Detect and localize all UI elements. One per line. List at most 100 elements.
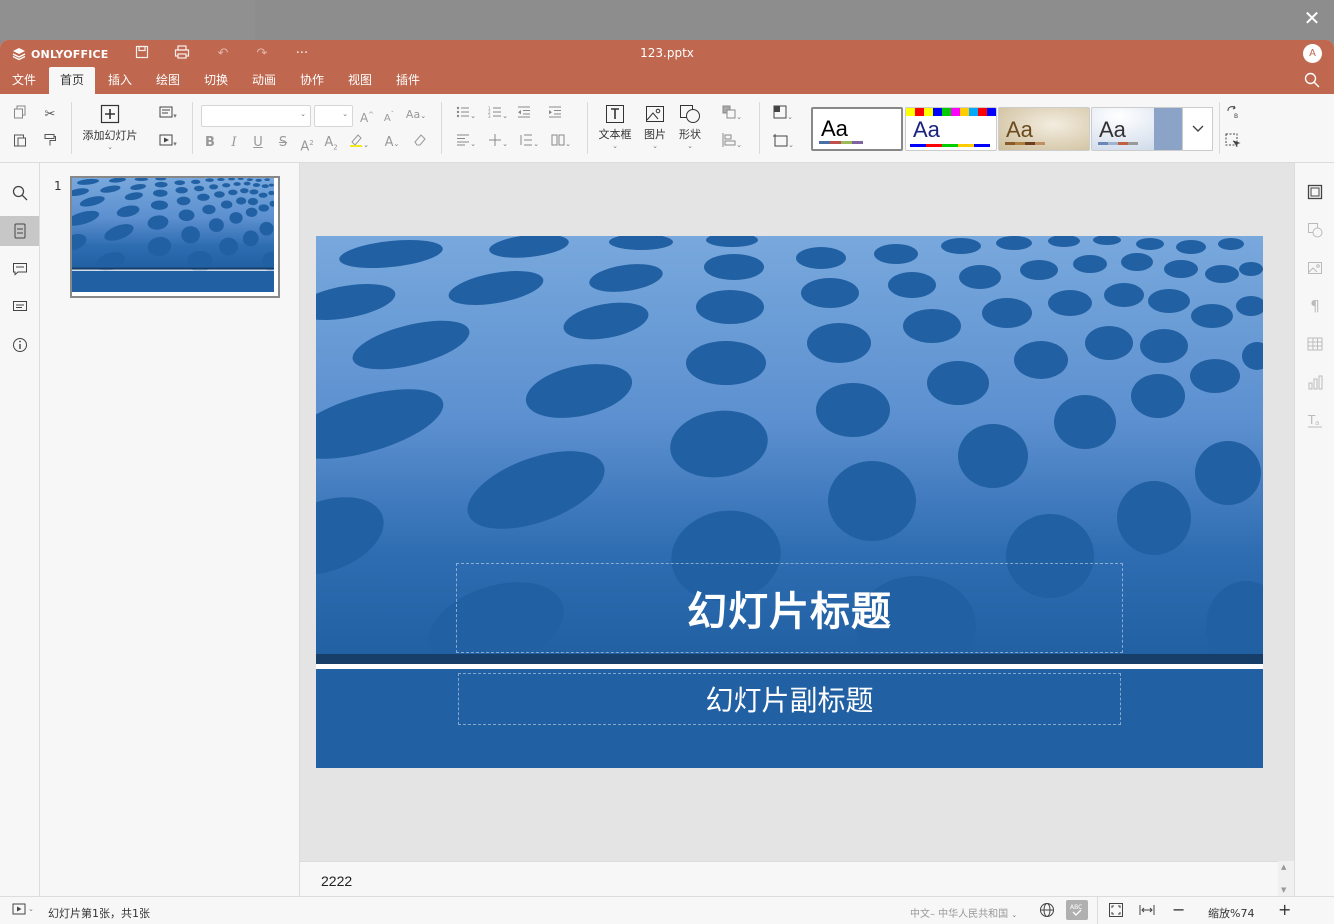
- replace-icon[interactable]: B: [1223, 105, 1243, 125]
- tab-collaboration[interactable]: 协作: [289, 67, 335, 94]
- clear-style-icon[interactable]: [410, 133, 430, 153]
- arrange-icon[interactable]: ⌄: [718, 105, 746, 125]
- start-slideshow-button[interactable]: ▾: [154, 133, 182, 153]
- font-color-icon[interactable]: A⌄: [378, 133, 406, 153]
- separator: [759, 102, 760, 154]
- theme-colorful[interactable]: Aa: [905, 107, 997, 151]
- scroll-down-icon[interactable]: ▼: [1281, 886, 1286, 894]
- tab-file[interactable]: 文件: [1, 67, 47, 94]
- superscript-icon[interactable]: A2: [297, 133, 317, 154]
- globe-icon[interactable]: [1039, 902, 1055, 921]
- svg-text:B: B: [1234, 113, 1238, 119]
- slide-settings-icon[interactable]: [1295, 177, 1334, 207]
- shape-settings-icon[interactable]: [1295, 215, 1334, 245]
- textbox-label: 文本框: [598, 128, 632, 141]
- slide-size-icon[interactable]: ⌄: [768, 133, 798, 153]
- zoom-in-icon[interactable]: +: [1278, 900, 1291, 919]
- left-sidebar: [0, 163, 40, 896]
- zoom-level[interactable]: 缩放%74: [1208, 905, 1254, 921]
- slide[interactable]: 幻灯片标题 幻灯片副标题: [316, 236, 1263, 768]
- notes-panel[interactable]: 2222: [300, 861, 1278, 897]
- align-left-icon[interactable]: ⌄: [452, 133, 480, 153]
- font-size-combo[interactable]: ⌄: [314, 105, 353, 127]
- theme-more-button[interactable]: [1182, 107, 1213, 151]
- notes-text[interactable]: 2222: [321, 873, 352, 889]
- title-placeholder[interactable]: 幻灯片标题: [456, 563, 1123, 653]
- theme-classic[interactable]: Aa: [998, 107, 1090, 151]
- user-avatar[interactable]: A: [1303, 44, 1322, 63]
- info-icon[interactable]: [0, 330, 39, 360]
- decrease-font-icon[interactable]: Aˇ: [379, 105, 399, 125]
- slide-background-icon[interactable]: ⌄: [768, 105, 798, 125]
- chart-settings-icon[interactable]: [1295, 367, 1334, 397]
- bullets-icon[interactable]: ⌄: [452, 105, 480, 125]
- slide-number: 1: [54, 179, 62, 193]
- columns-icon[interactable]: ⌄: [547, 133, 575, 153]
- textbox-button[interactable]: 文本框 ⌄: [596, 104, 634, 150]
- strikethrough-icon[interactable]: S: [273, 133, 293, 153]
- document-title: 123.pptx: [640, 46, 694, 60]
- tab-draw[interactable]: 绘图: [145, 67, 191, 94]
- slide-thumbnail[interactable]: [59, 176, 280, 298]
- add-slide-button[interactable]: 添加幻灯片 ⌄: [80, 104, 140, 156]
- highlight-color-icon[interactable]: ⌄: [345, 133, 373, 153]
- tab-insert[interactable]: 插入: [97, 67, 143, 94]
- cut-icon[interactable]: ✂: [40, 105, 60, 125]
- theme-blue[interactable]: Aa: [1091, 107, 1183, 151]
- numbering-icon[interactable]: 1 2 3 ⌄: [484, 105, 512, 125]
- fit-width-icon[interactable]: [1139, 902, 1155, 921]
- tab-home[interactable]: 首页: [49, 67, 96, 94]
- chevron-down-icon: [1192, 125, 1203, 132]
- italic-icon[interactable]: I: [224, 133, 244, 153]
- menu-bar: 文件 首页 插入 绘图 切换 动画 协作 视图 插件: [0, 67, 1334, 94]
- chat-icon[interactable]: [0, 292, 39, 322]
- subscript-icon[interactable]: A2: [321, 133, 341, 153]
- font-name-combo[interactable]: ⌄: [201, 105, 311, 127]
- slide-layout-button[interactable]: ▾: [154, 105, 182, 125]
- line-spacing-icon[interactable]: ⌄: [515, 133, 543, 153]
- search-icon[interactable]: [0, 178, 39, 208]
- language-selector[interactable]: 中文– 中华人民共和国 ⌄: [910, 905, 1017, 920]
- image-settings-icon[interactable]: [1295, 253, 1334, 283]
- play-icon: [12, 903, 26, 915]
- fit-slide-icon[interactable]: [1108, 902, 1124, 921]
- decrease-indent-icon[interactable]: [514, 105, 534, 125]
- slideshow-button[interactable]: ⌄: [12, 903, 34, 915]
- slide-canvas-area: 幻灯片标题 幻灯片副标题: [300, 163, 1294, 861]
- language-label: 中文– 中华人民共和国: [910, 909, 1009, 920]
- vertical-align-icon[interactable]: ⌄: [484, 133, 512, 153]
- subtitle-placeholder[interactable]: 幻灯片副标题: [458, 673, 1121, 725]
- text-art-settings-icon[interactable]: Ta: [1295, 405, 1334, 435]
- right-sidebar: ¶ Ta: [1294, 163, 1334, 896]
- separator: [441, 102, 442, 154]
- table-settings-icon[interactable]: [1295, 329, 1334, 359]
- comments-icon[interactable]: [0, 254, 39, 284]
- tab-animation[interactable]: 动画: [241, 67, 287, 94]
- copy-icon[interactable]: [10, 105, 30, 125]
- zoom-out-icon[interactable]: −: [1172, 900, 1185, 919]
- slides-icon[interactable]: [0, 216, 39, 246]
- toolbar: ✂ 添加幻灯片 ⌄ ▾ ▾ ⌄ ⌄ A^ Aˇ Aa⌄ B I U S A2 A…: [0, 94, 1334, 163]
- align-objects-icon[interactable]: ⌄: [718, 133, 746, 153]
- theme-office[interactable]: Aa: [811, 107, 903, 151]
- increase-indent-icon[interactable]: [545, 105, 565, 125]
- format-painter-icon[interactable]: [40, 133, 60, 153]
- close-icon[interactable]: ✕: [1302, 8, 1322, 28]
- scroll-up-icon[interactable]: ▲: [1281, 863, 1286, 871]
- search-icon[interactable]: [1304, 72, 1322, 90]
- select-all-icon[interactable]: [1223, 133, 1243, 153]
- paragraph-settings-icon[interactable]: ¶: [1295, 291, 1334, 321]
- notes-scrollbar[interactable]: ▲ ▼: [1278, 861, 1294, 896]
- tab-view[interactable]: 视图: [337, 67, 383, 94]
- tab-transitions[interactable]: 切换: [193, 67, 239, 94]
- spellcheck-icon[interactable]: ABC: [1066, 900, 1088, 920]
- change-case-icon[interactable]: Aa⌄: [401, 105, 431, 125]
- shape-button[interactable]: 形状 ⌄: [673, 104, 707, 150]
- tab-plugins[interactable]: 插件: [385, 67, 431, 94]
- paste-icon[interactable]: [10, 133, 30, 153]
- increase-font-icon[interactable]: A^: [357, 105, 377, 125]
- shape-label: 形状: [679, 128, 701, 141]
- bold-icon[interactable]: B: [200, 133, 220, 153]
- image-button[interactable]: 图片 ⌄: [638, 104, 672, 150]
- underline-icon[interactable]: U: [248, 133, 268, 153]
